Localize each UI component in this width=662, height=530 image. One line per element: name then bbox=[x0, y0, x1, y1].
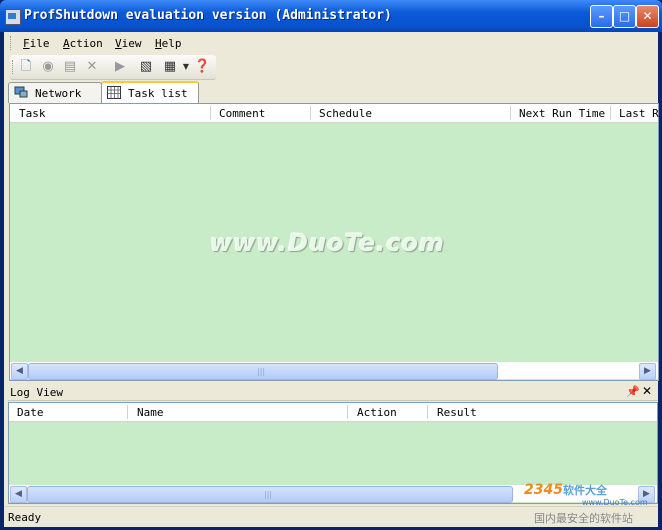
menu-bar: File Action View Help bbox=[4, 32, 658, 54]
column-divider[interactable] bbox=[210, 106, 211, 120]
corner-logo: 2345软件大全 bbox=[524, 482, 607, 498]
minimize-button[interactable]: – bbox=[590, 5, 613, 28]
menu-help[interactable]: Help bbox=[155, 37, 182, 50]
column-next-run-time[interactable]: Next Run Time bbox=[519, 107, 605, 120]
column-divider[interactable] bbox=[510, 106, 511, 120]
column-name[interactable]: Name bbox=[137, 406, 164, 419]
network-icon bbox=[14, 86, 28, 99]
column-divider[interactable] bbox=[347, 405, 348, 419]
task-list-grid[interactable]: Task Comment Schedule Next Run Time Last… bbox=[9, 103, 659, 381]
toolbar-grip[interactable] bbox=[12, 60, 15, 74]
title-bar[interactable]: ProfShutdown evaluation version (Adminis… bbox=[0, 0, 662, 32]
view-grid-icon[interactable]: ▦ bbox=[162, 59, 178, 75]
disabled-circle-icon[interactable]: ◉ bbox=[40, 59, 56, 75]
delete-icon[interactable]: ✕ bbox=[84, 59, 100, 75]
status-bar: Ready 国内最安全的软件站 bbox=[4, 506, 658, 527]
console-icon[interactable]: ▧ bbox=[138, 59, 154, 75]
run-icon[interactable]: ▶ bbox=[112, 59, 128, 75]
tab-network[interactable]: Network bbox=[8, 82, 102, 103]
pin-icon[interactable]: 📌 bbox=[626, 385, 640, 398]
log-grid-header: Date Name Action Result bbox=[9, 403, 657, 422]
corner-logo-tagline: 国内最安全的软件站 bbox=[534, 512, 633, 525]
tab-task-list[interactable]: Task list bbox=[101, 81, 199, 105]
column-divider[interactable] bbox=[427, 405, 428, 419]
column-schedule[interactable]: Schedule bbox=[319, 107, 372, 120]
column-task[interactable]: Task bbox=[19, 107, 46, 120]
column-divider[interactable] bbox=[610, 106, 611, 120]
column-result[interactable]: Result bbox=[437, 406, 477, 419]
scroll-left-button[interactable]: ◀ bbox=[10, 486, 27, 503]
help-icon[interactable]: ❓ bbox=[194, 59, 210, 75]
window-client-area: File Action View Help 🗋 ◉ ▤ ✕ ▶ ▧ ▦ ▼ ❓ … bbox=[4, 32, 659, 527]
column-divider[interactable] bbox=[310, 106, 311, 120]
app-icon[interactable] bbox=[5, 9, 21, 25]
scroll-left-button[interactable]: ◀ bbox=[11, 363, 28, 380]
menu-file[interactable]: File bbox=[23, 37, 50, 50]
toolbar: 🗋 ◉ ▤ ✕ ▶ ▧ ▦ ▼ ❓ bbox=[10, 55, 216, 80]
close-panel-icon[interactable]: ✕ bbox=[642, 384, 652, 398]
window-title: ProfShutdown evaluation version (Adminis… bbox=[24, 8, 392, 23]
new-task-icon[interactable]: 🗋 bbox=[18, 59, 34, 75]
dropdown-arrow-icon[interactable]: ▼ bbox=[178, 59, 194, 75]
column-action[interactable]: Action bbox=[357, 406, 397, 419]
status-text: Ready bbox=[8, 511, 42, 524]
task-grid-header: Task Comment Schedule Next Run Time Last… bbox=[10, 104, 659, 123]
menu-view[interactable]: View bbox=[115, 37, 142, 50]
column-date[interactable]: Date bbox=[17, 406, 44, 419]
column-last-run[interactable]: Last R bbox=[619, 107, 659, 120]
scroll-thumb[interactable] bbox=[28, 363, 498, 380]
log-view-titlebar: Log View 📌 ✕ bbox=[8, 384, 658, 401]
menu-action[interactable]: Action bbox=[63, 37, 103, 50]
application-window: ProfShutdown evaluation version (Adminis… bbox=[0, 0, 662, 530]
watermark-text: www.DuoTe.com bbox=[210, 229, 445, 257]
menubar-grip[interactable] bbox=[10, 36, 13, 50]
properties-icon[interactable]: ▤ bbox=[62, 59, 78, 75]
scroll-thumb[interactable] bbox=[27, 486, 513, 503]
column-comment[interactable]: Comment bbox=[219, 107, 265, 120]
log-view-title: Log View bbox=[10, 386, 63, 399]
scroll-right-button[interactable]: ▶ bbox=[639, 363, 656, 380]
column-divider[interactable] bbox=[127, 405, 128, 419]
close-button[interactable]: ✕ bbox=[636, 5, 659, 28]
tab-strip: Network Task list bbox=[8, 81, 658, 105]
calendar-grid-icon bbox=[107, 86, 121, 99]
task-grid-horizontal-scrollbar[interactable]: ◀ ▶ bbox=[10, 362, 658, 380]
maximize-button[interactable]: □ bbox=[613, 5, 636, 28]
